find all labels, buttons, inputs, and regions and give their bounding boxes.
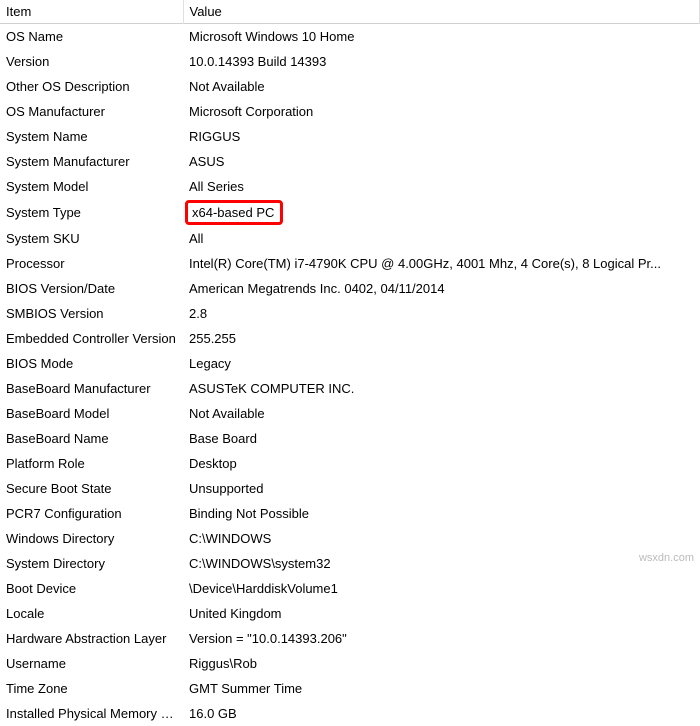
table-row[interactable]: System NameRIGGUS <box>0 124 700 149</box>
table-row[interactable]: Hardware Abstraction LayerVersion = "10.… <box>0 626 700 651</box>
cell-value: GMT Summer Time <box>183 676 700 701</box>
cell-item: System Model <box>0 174 183 199</box>
cell-value: ASUSTeK COMPUTER INC. <box>183 376 700 401</box>
table-row[interactable]: Windows DirectoryC:\WINDOWS <box>0 526 700 551</box>
cell-value: Desktop <box>183 451 700 476</box>
table-row[interactable]: Installed Physical Memory (RAM)16.0 GB <box>0 701 700 726</box>
cell-value: Legacy <box>183 351 700 376</box>
table-body: OS NameMicrosoft Windows 10 HomeVersion1… <box>0 24 700 726</box>
cell-item: Time Zone <box>0 676 183 701</box>
cell-value: 2.8 <box>183 301 700 326</box>
cell-item: OS Manufacturer <box>0 99 183 124</box>
table-row[interactable]: OS NameMicrosoft Windows 10 Home <box>0 24 700 50</box>
cell-item: Boot Device <box>0 576 183 601</box>
watermark: wsxdn.com <box>639 552 694 564</box>
cell-value: Binding Not Possible <box>183 501 700 526</box>
table-row[interactable]: BaseBoard ManufacturerASUSTeK COMPUTER I… <box>0 376 700 401</box>
cell-value: All Series <box>183 174 700 199</box>
cell-value: ASUS <box>183 149 700 174</box>
cell-value: Base Board <box>183 426 700 451</box>
table-row[interactable]: Embedded Controller Version255.255 <box>0 326 700 351</box>
cell-item: BIOS Mode <box>0 351 183 376</box>
cell-item: Embedded Controller Version <box>0 326 183 351</box>
table-row[interactable]: Secure Boot StateUnsupported <box>0 476 700 501</box>
table-row[interactable]: PCR7 ConfigurationBinding Not Possible <box>0 501 700 526</box>
column-header-value[interactable]: Value <box>183 0 700 24</box>
table-row[interactable]: Platform RoleDesktop <box>0 451 700 476</box>
highlight-box: x64-based PC <box>185 200 283 225</box>
table-row[interactable]: BIOS Version/DateAmerican Megatrends Inc… <box>0 276 700 301</box>
cell-value: RIGGUS <box>183 124 700 149</box>
system-info-table: Item Value OS NameMicrosoft Windows 10 H… <box>0 0 700 726</box>
cell-item: Locale <box>0 601 183 626</box>
table-row[interactable]: Other OS DescriptionNot Available <box>0 74 700 99</box>
cell-item: Other OS Description <box>0 74 183 99</box>
cell-item: Secure Boot State <box>0 476 183 501</box>
table-row[interactable]: Boot Device\Device\HarddiskVolume1 <box>0 576 700 601</box>
cell-value: 255.255 <box>183 326 700 351</box>
cell-value: Not Available <box>183 74 700 99</box>
cell-item: System SKU <box>0 226 183 251</box>
cell-value: 16.0 GB <box>183 701 700 726</box>
cell-item: Hardware Abstraction Layer <box>0 626 183 651</box>
cell-item: System Type <box>0 199 183 226</box>
cell-value: Version = "10.0.14393.206" <box>183 626 700 651</box>
cell-value: x64-based PC <box>183 199 700 226</box>
table-row[interactable]: SMBIOS Version2.8 <box>0 301 700 326</box>
table-row[interactable]: ProcessorIntel(R) Core(TM) i7-4790K CPU … <box>0 251 700 276</box>
cell-value: Unsupported <box>183 476 700 501</box>
table-row[interactable]: System SKUAll <box>0 226 700 251</box>
cell-item: Windows Directory <box>0 526 183 551</box>
table-row[interactable]: BaseBoard ModelNot Available <box>0 401 700 426</box>
table-row[interactable]: LocaleUnited Kingdom <box>0 601 700 626</box>
cell-value: C:\WINDOWS <box>183 526 700 551</box>
cell-item: PCR7 Configuration <box>0 501 183 526</box>
table-row[interactable]: BIOS ModeLegacy <box>0 351 700 376</box>
cell-value: Microsoft Corporation <box>183 99 700 124</box>
cell-item: Installed Physical Memory (RAM) <box>0 701 183 726</box>
cell-item: Processor <box>0 251 183 276</box>
cell-value: All <box>183 226 700 251</box>
cell-item: System Name <box>0 124 183 149</box>
cell-item: BaseBoard Name <box>0 426 183 451</box>
table-row[interactable]: System DirectoryC:\WINDOWS\system32 <box>0 551 700 576</box>
column-header-item[interactable]: Item <box>0 0 183 24</box>
cell-value: Riggus\Rob <box>183 651 700 676</box>
cell-item: Platform Role <box>0 451 183 476</box>
table-row[interactable]: OS ManufacturerMicrosoft Corporation <box>0 99 700 124</box>
cell-value: United Kingdom <box>183 601 700 626</box>
table-header-row: Item Value <box>0 0 700 24</box>
table-row[interactable]: UsernameRiggus\Rob <box>0 651 700 676</box>
cell-item: Username <box>0 651 183 676</box>
cell-item: Version <box>0 49 183 74</box>
cell-value: Intel(R) Core(TM) i7-4790K CPU @ 4.00GHz… <box>183 251 700 276</box>
cell-value: C:\WINDOWS\system32 <box>183 551 700 576</box>
table-row[interactable]: System ModelAll Series <box>0 174 700 199</box>
cell-value: Not Available <box>183 401 700 426</box>
cell-value: American Megatrends Inc. 0402, 04/11/201… <box>183 276 700 301</box>
table-row[interactable]: System ManufacturerASUS <box>0 149 700 174</box>
table-row[interactable]: BaseBoard NameBase Board <box>0 426 700 451</box>
table-row[interactable]: System Typex64-based PC <box>0 199 700 226</box>
cell-item: BaseBoard Model <box>0 401 183 426</box>
table-row[interactable]: Time ZoneGMT Summer Time <box>0 676 700 701</box>
cell-item: SMBIOS Version <box>0 301 183 326</box>
cell-value: 10.0.14393 Build 14393 <box>183 49 700 74</box>
cell-item: System Manufacturer <box>0 149 183 174</box>
cell-item: OS Name <box>0 24 183 50</box>
table-row[interactable]: Version10.0.14393 Build 14393 <box>0 49 700 74</box>
cell-item: System Directory <box>0 551 183 576</box>
cell-item: BIOS Version/Date <box>0 276 183 301</box>
cell-value: Microsoft Windows 10 Home <box>183 24 700 50</box>
cell-item: BaseBoard Manufacturer <box>0 376 183 401</box>
cell-value: \Device\HarddiskVolume1 <box>183 576 700 601</box>
